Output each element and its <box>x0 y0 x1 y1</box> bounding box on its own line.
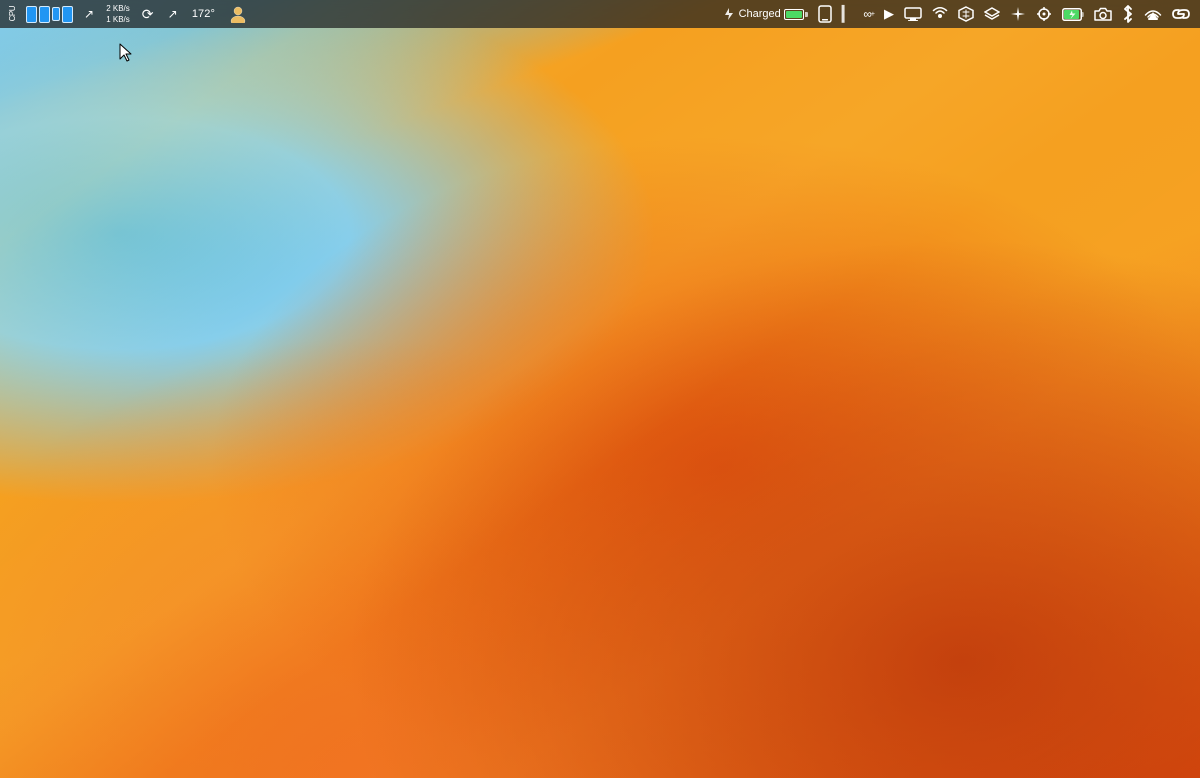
battery-section[interactable]: Charged <box>718 7 812 21</box>
device-icons-group <box>24 6 75 23</box>
battery-full-icon[interactable] <box>1058 3 1088 25</box>
infinity-icon[interactable]: ∞+ <box>859 3 878 25</box>
iphone-bar-icon[interactable]: ▎ <box>838 3 858 25</box>
menu-bar: CPU ↗ 2 KB/s 1 KB/s ⟳ ↗ 172° <box>0 0 1200 28</box>
sparkle-icon[interactable] <box>1006 3 1030 25</box>
temperature-value: 172° <box>192 8 215 20</box>
battery-fill-bar <box>786 11 802 18</box>
bluetooth-icon[interactable] <box>1118 3 1138 25</box>
play-icon[interactable]: ▶ <box>880 3 898 25</box>
resize-icon[interactable]: ↗ <box>79 3 99 25</box>
device-icon-2[interactable] <box>39 6 50 23</box>
battery-icon <box>784 9 808 20</box>
device-icon-3[interactable] <box>52 7 60 21</box>
desktop-wallpaper <box>0 0 1200 778</box>
network-download: 1 KB/s <box>106 14 130 25</box>
network-upload: 2 KB/s <box>106 3 130 14</box>
airplay-audio-icon[interactable] <box>1140 3 1166 25</box>
cpu-widget[interactable]: CPU <box>6 1 20 27</box>
avatar-icon <box>229 5 247 23</box>
network-stats-widget[interactable]: 2 KB/s 1 KB/s <box>103 3 133 25</box>
resize2-icon[interactable]: ↗ <box>163 3 183 25</box>
device-icon-4[interactable] <box>62 6 73 23</box>
refresh-icon[interactable]: ⟳ <box>137 3 159 25</box>
battery-tip <box>805 12 808 17</box>
phone-mirror-icon[interactable] <box>814 3 836 25</box>
device-icon-1[interactable] <box>26 6 37 23</box>
link-icon[interactable] <box>1168 3 1194 25</box>
temperature-display[interactable]: 172° <box>187 3 220 25</box>
airdrop-icon[interactable] <box>928 3 952 25</box>
display-icon[interactable] <box>900 3 926 25</box>
menubar-right: Charged ▎ ∞+ ▶ <box>718 3 1194 25</box>
battery-status-label: Charged <box>739 8 781 20</box>
camera-icon[interactable] <box>1090 3 1116 25</box>
user-avatar[interactable] <box>224 3 252 25</box>
menubar-left: CPU ↗ 2 KB/s 1 KB/s ⟳ ↗ 172° <box>6 1 252 27</box>
layers-icon[interactable] <box>980 3 1004 25</box>
charging-plug-icon <box>722 7 736 21</box>
xcode-icon[interactable] <box>954 3 978 25</box>
crosshair-icon[interactable] <box>1032 3 1056 25</box>
